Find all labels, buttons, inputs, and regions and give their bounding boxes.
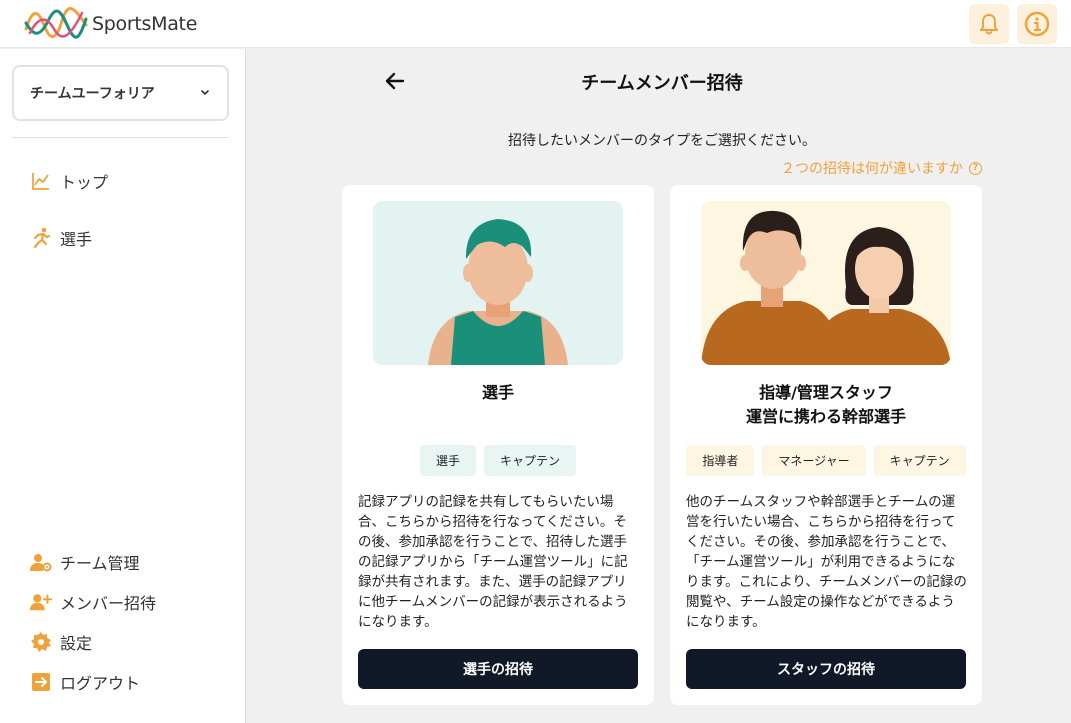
logout-icon — [30, 671, 52, 693]
difference-help-label: ２つの招待は何が違いますか — [781, 161, 963, 177]
tag-captain: キャプテン — [873, 445, 966, 476]
info-icon — [1024, 11, 1050, 37]
tag-captain: キャプテン — [484, 445, 577, 476]
staff-title-line2: 運営に携わる幹部選手 — [745, 407, 906, 426]
tag-manager: マネージャー — [762, 445, 866, 476]
staff-tags: 指導者 マネージャー キャプテン — [670, 445, 982, 476]
team-selector[interactable]: チームユーフォリア — [12, 65, 229, 121]
tag-player: 選手 — [419, 445, 476, 476]
staff-description: 他のチームスタッフや幹部選手とチームの運営を行いたい場合、こちらから招待を行って… — [686, 494, 967, 630]
player-invite-card: 選手 選手 キャプテン 記録アプリの記録を共有してもらいたい場合、こちらから招待… — [342, 185, 654, 705]
staff-title-line1: 指導/管理スタッフ — [759, 383, 893, 402]
sidebar-item-settings[interactable]: 設定 — [30, 630, 92, 654]
team-manage-icon — [30, 551, 52, 573]
gear-icon — [30, 631, 52, 653]
question-icon: ? — [969, 161, 982, 175]
top-bar: SportsMate — [0, 0, 1071, 48]
logo-wave-icon — [24, 7, 88, 39]
player-description: 記録アプリの記録を共有してもらいたい場合、こちらから招待を行なってください。その… — [358, 494, 628, 630]
tag-coach: 指導者 — [686, 445, 755, 476]
runner-icon — [30, 227, 52, 249]
staff-illustration — [701, 201, 951, 365]
sidebar-item-label: チーム管理 — [60, 554, 140, 573]
add-user-icon — [30, 591, 52, 613]
page-title: チームメンバー招待 — [581, 73, 743, 94]
sidebar-item-label: 設定 — [60, 634, 93, 653]
invite-player-button[interactable]: 選手の招待 — [358, 649, 638, 689]
main-content: チームメンバー招待 招待したいメンバーのタイプをご選択ください。 ２つの招待は何… — [247, 49, 1071, 723]
sidebar-item-label: 選手 — [60, 230, 93, 249]
player-tags: 選手 キャプテン — [342, 445, 654, 476]
sidebar-item-logout[interactable]: ログアウト — [30, 670, 140, 694]
staff-invite-card: 指導/管理スタッフ 運営に携わる幹部選手 指導者 マネージャー キャプテン 他の… — [670, 185, 982, 705]
page-subtitle: 招待したいメンバーのタイプをご選択ください。 — [508, 133, 816, 149]
sidebar-item-label: メンバー招待 — [60, 594, 157, 613]
notification-button[interactable] — [969, 4, 1009, 44]
sidebar-item-players[interactable]: 選手 — [30, 226, 92, 250]
difference-help-link[interactable]: ２つの招待は何が違いますか ? — [781, 158, 982, 178]
sidebar-item-team-management[interactable]: チーム管理 — [30, 550, 140, 574]
staff-card-title: 指導/管理スタッフ 運営に携わる幹部選手 — [670, 381, 982, 429]
bell-icon — [980, 14, 998, 35]
invite-staff-button[interactable]: スタッフの招待 — [686, 649, 966, 689]
sidebar: チームユーフォリア トップ 選手 チーム管理 メンバー招待 設定 ログアウト — [0, 49, 246, 723]
team-name: チームユーフォリア — [30, 86, 155, 102]
player-illustration — [373, 201, 623, 365]
sidebar-item-top[interactable]: トップ — [30, 169, 108, 193]
sidebar-item-label: ログアウト — [60, 674, 141, 693]
info-button[interactable] — [1017, 4, 1057, 44]
sidebar-divider — [12, 137, 229, 138]
app-name: SportsMate — [92, 13, 198, 35]
sidebar-item-label: トップ — [60, 173, 109, 192]
chevron-down-icon — [201, 90, 209, 96]
sidebar-item-invite[interactable]: メンバー招待 — [30, 590, 156, 614]
player-card-title: 選手 — [481, 383, 514, 402]
app-logo[interactable]: SportsMate — [24, 7, 197, 41]
chart-line-icon — [30, 170, 52, 192]
